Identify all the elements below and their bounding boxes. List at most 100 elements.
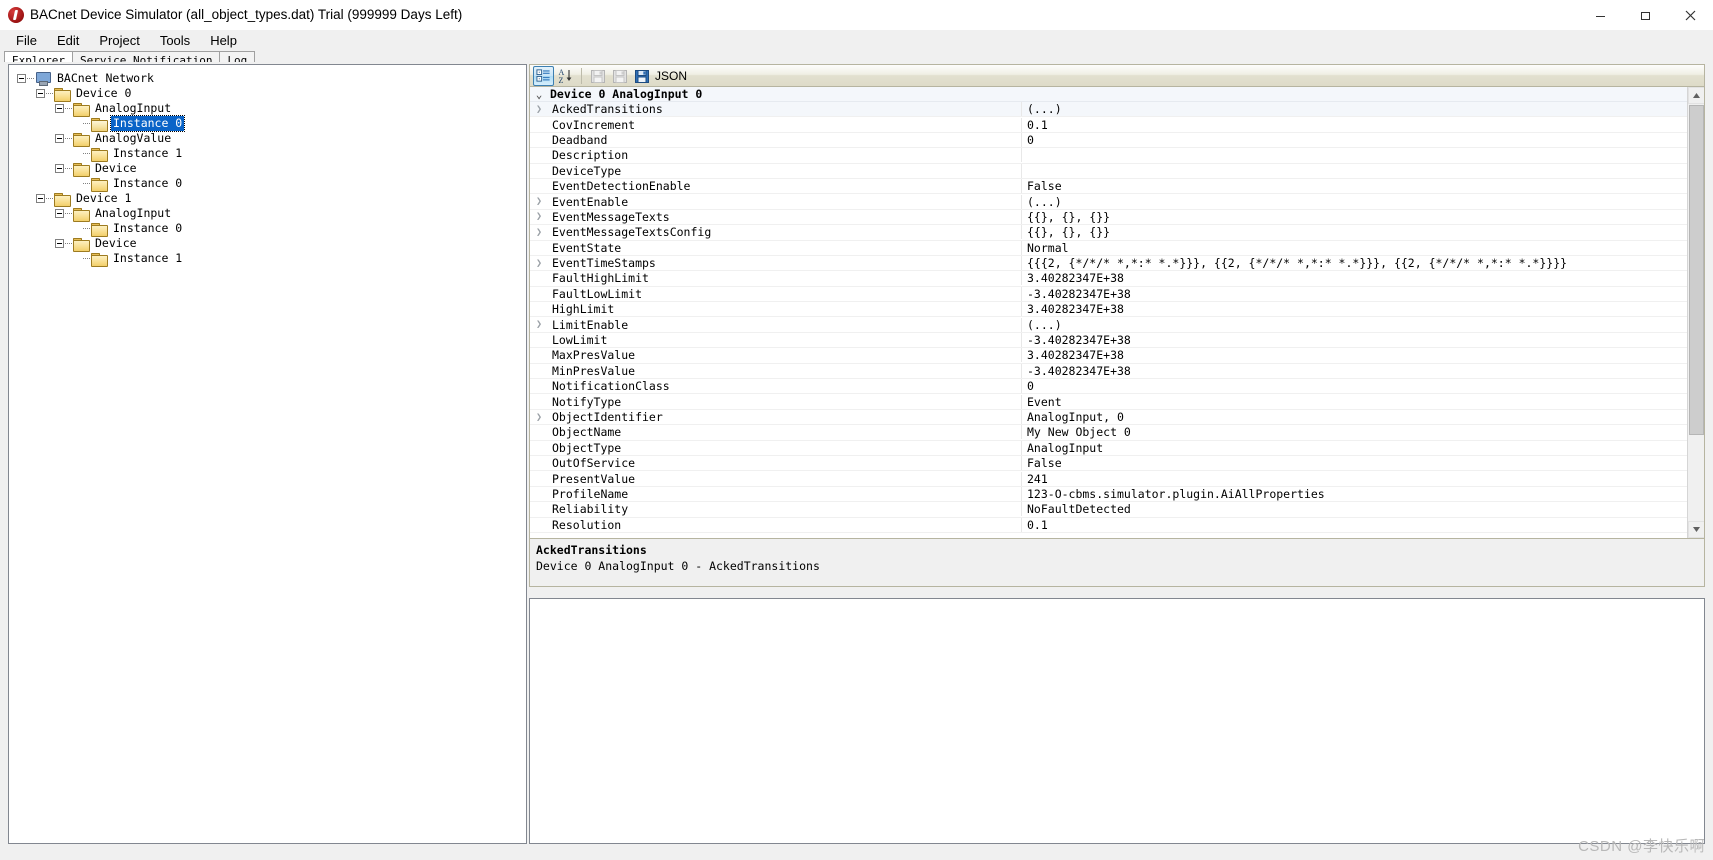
- property-value[interactable]: 0: [1022, 133, 1687, 147]
- property-value[interactable]: -3.40282347E+38: [1022, 364, 1687, 378]
- tree-node-device1-analoginput[interactable]: AnalogInput: [17, 206, 526, 222]
- scrollbar-thumb[interactable]: [1689, 105, 1704, 435]
- table-row[interactable]: FaultLowLimit -3.40282347E+38: [530, 286, 1687, 303]
- property-value[interactable]: -3.40282347E+38: [1022, 287, 1687, 301]
- table-row[interactable]: ProfileName 123-O-cbms.simulator.plugin.…: [530, 486, 1687, 503]
- close-icon[interactable]: [1668, 0, 1713, 30]
- property-value[interactable]: {{}, {}, {}}: [1022, 210, 1687, 224]
- property-value[interactable]: (...): [1022, 318, 1687, 332]
- tree-node-instance-1[interactable]: Instance 1: [17, 146, 526, 162]
- property-value[interactable]: My New Object 0: [1022, 425, 1687, 439]
- table-row[interactable]: ❯ EventMessageTexts {{}, {}, {}}: [530, 209, 1687, 226]
- table-row[interactable]: ❯ EventEnable (...): [530, 194, 1687, 210]
- table-row[interactable]: ❯ AckedTransitions (...): [530, 102, 1687, 118]
- table-row[interactable]: ❯ EventMessageTextsConfig {{}, {}, {}}: [530, 225, 1687, 241]
- chevron-right-icon[interactable]: ❯: [530, 256, 548, 271]
- table-row[interactable]: EventState Normal: [530, 240, 1687, 256]
- property-value[interactable]: False: [1022, 179, 1687, 193]
- property-grid-scrollbar[interactable]: [1687, 87, 1704, 538]
- table-row[interactable]: CovIncrement 0.1: [530, 117, 1687, 133]
- chevron-down-icon[interactable]: ⌄: [530, 87, 548, 102]
- tree-node-device1-device-folder[interactable]: Device: [17, 236, 526, 252]
- chevron-right-icon[interactable]: ❯: [530, 194, 548, 209]
- property-value[interactable]: 0.1: [1022, 518, 1687, 532]
- property-value[interactable]: 123-O-cbms.simulator.plugin.AiAllPropert…: [1022, 487, 1687, 501]
- save-json-icon[interactable]: [631, 66, 652, 86]
- explorer-tree-panel[interactable]: BACnet Network Device 0 AnalogInput Inst…: [8, 64, 527, 844]
- property-value[interactable]: {{}, {}, {}}: [1022, 225, 1687, 239]
- table-row[interactable]: OutOfService False: [530, 455, 1687, 472]
- property-category-row[interactable]: ⌄ Device 0 AnalogInput 0: [530, 87, 1687, 102]
- tree-node-instance-0-selected[interactable]: Instance 0: [17, 115, 526, 132]
- table-row[interactable]: EventDetectionEnable False: [530, 178, 1687, 195]
- property-value[interactable]: -3.40282347E+38: [1022, 333, 1687, 347]
- property-value[interactable]: NoFaultDetected: [1022, 502, 1687, 516]
- table-row[interactable]: LowLimit -3.40282347E+38: [530, 332, 1687, 349]
- expander-minus-icon[interactable]: [55, 239, 64, 248]
- table-row[interactable]: HighLimit 3.40282347E+38: [530, 302, 1687, 318]
- tree-node-device-instance-0[interactable]: Instance 0: [17, 176, 526, 192]
- scroll-down-icon[interactable]: [1688, 521, 1704, 538]
- table-row[interactable]: Deadband 0: [530, 132, 1687, 149]
- property-value[interactable]: False: [1022, 456, 1687, 470]
- menu-item-project[interactable]: Project: [89, 31, 149, 51]
- property-value[interactable]: 3.40282347E+38: [1022, 348, 1687, 362]
- expander-minus-icon[interactable]: [55, 104, 64, 113]
- chevron-right-icon[interactable]: ❯: [530, 410, 548, 425]
- table-row[interactable]: PresentValue 241: [530, 471, 1687, 487]
- tree-node-device-folder[interactable]: Device: [17, 161, 526, 177]
- expander-minus-icon[interactable]: [36, 194, 45, 203]
- expander-minus-icon[interactable]: [17, 74, 26, 83]
- tree-node-device-1[interactable]: Device 1: [17, 191, 526, 207]
- property-value[interactable]: Event: [1022, 395, 1687, 409]
- property-value[interactable]: AnalogInput, 0: [1022, 410, 1687, 424]
- tree-node-device1-ai-instance-0[interactable]: Instance 0: [17, 221, 526, 237]
- table-row[interactable]: Resolution 0.1: [530, 517, 1687, 533]
- property-value[interactable]: AnalogInput: [1022, 441, 1687, 455]
- tree-node-device-0[interactable]: Device 0: [17, 86, 526, 102]
- table-row[interactable]: FaultHighLimit 3.40282347E+38: [530, 271, 1687, 287]
- property-value[interactable]: (...): [1022, 102, 1687, 116]
- property-value[interactable]: (...): [1022, 195, 1687, 209]
- output-log-box[interactable]: [529, 598, 1705, 844]
- property-value[interactable]: 0.1: [1022, 118, 1687, 132]
- save-disabled-icon[interactable]: [587, 66, 608, 86]
- table-row[interactable]: MaxPresValue 3.40282347E+38: [530, 348, 1687, 364]
- tree-node-analogvalue[interactable]: AnalogValue: [17, 131, 526, 147]
- tree-node-bacnet-network[interactable]: BACnet Network: [17, 71, 526, 86]
- table-row[interactable]: ❯ LimitEnable (...): [530, 317, 1687, 333]
- table-row[interactable]: NotifyType Event: [530, 394, 1687, 410]
- menu-item-tools[interactable]: Tools: [150, 31, 200, 51]
- maximize-icon[interactable]: [1623, 0, 1668, 30]
- table-row[interactable]: NotificationClass 0: [530, 379, 1687, 395]
- chevron-right-icon[interactable]: ❯: [530, 225, 548, 240]
- table-row[interactable]: ❯ ObjectIdentifier AnalogInput, 0: [530, 409, 1687, 426]
- table-row[interactable]: ObjectName My New Object 0: [530, 425, 1687, 441]
- property-value[interactable]: Normal: [1022, 241, 1687, 255]
- table-row[interactable]: ❯ EventTimeStamps {{{2, {*/*/* *,*:* *.*…: [530, 255, 1687, 272]
- property-grid[interactable]: ⌄ Device 0 AnalogInput 0 ❯ AckedTransiti…: [529, 87, 1705, 539]
- property-value[interactable]: 0: [1022, 379, 1687, 393]
- chevron-right-icon[interactable]: ❯: [530, 209, 548, 224]
- table-row[interactable]: MinPresValue -3.40282347E+38: [530, 363, 1687, 380]
- table-row[interactable]: DeviceType: [530, 163, 1687, 179]
- expander-minus-icon[interactable]: [36, 89, 45, 98]
- tree-node-analoginput[interactable]: AnalogInput: [17, 101, 526, 117]
- minimize-icon[interactable]: [1578, 0, 1623, 30]
- categorized-view-icon[interactable]: [533, 65, 554, 86]
- scroll-up-icon[interactable]: [1688, 87, 1704, 104]
- tree-node-device1-device-instance-1[interactable]: Instance 1: [17, 251, 526, 267]
- chevron-right-icon[interactable]: ❯: [530, 317, 548, 332]
- property-value[interactable]: 241: [1022, 472, 1687, 486]
- save-as-disabled-icon[interactable]: [609, 66, 630, 86]
- table-row[interactable]: Description: [530, 148, 1687, 164]
- property-value[interactable]: {{{2, {*/*/* *,*:* *.*}}}, {{2, {*/*/* *…: [1022, 256, 1687, 270]
- property-value[interactable]: 3.40282347E+38: [1022, 271, 1687, 285]
- menu-item-file[interactable]: File: [6, 31, 47, 51]
- chevron-right-icon[interactable]: ❯: [530, 102, 548, 117]
- menu-item-edit[interactable]: Edit: [47, 31, 89, 51]
- expander-minus-icon[interactable]: [55, 209, 64, 218]
- expander-minus-icon[interactable]: [55, 134, 64, 143]
- menu-item-help[interactable]: Help: [200, 31, 247, 51]
- table-row[interactable]: Reliability NoFaultDetected: [530, 502, 1687, 518]
